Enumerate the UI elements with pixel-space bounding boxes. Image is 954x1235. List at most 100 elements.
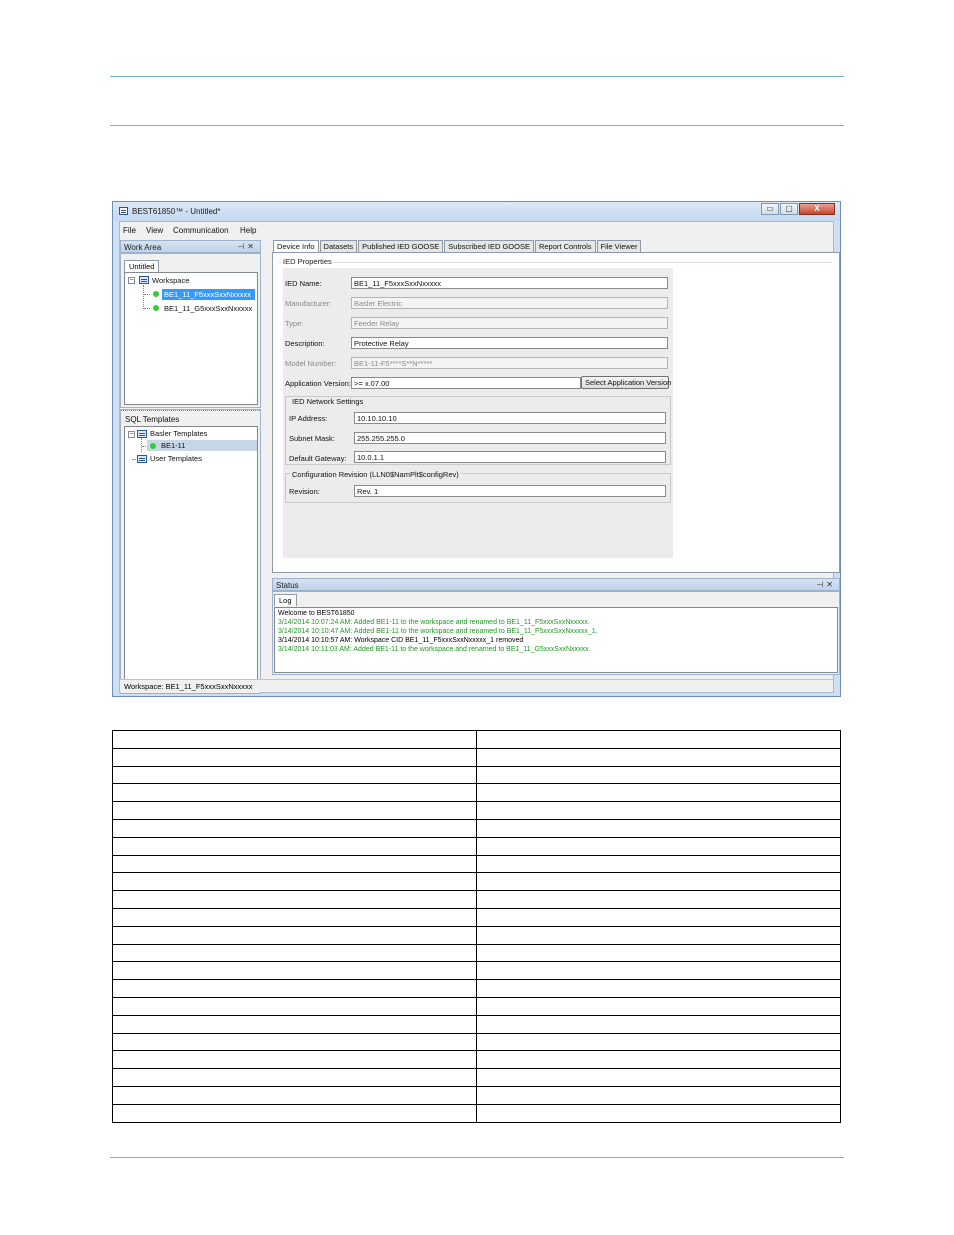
table-cell xyxy=(476,1032,841,1052)
table-cell xyxy=(111,961,478,981)
table-cell xyxy=(476,890,841,909)
table-cell xyxy=(476,961,841,981)
window-title: BEST61850™ - Untitled* xyxy=(132,207,221,216)
table-cell xyxy=(476,979,841,998)
tab-datasets[interactable]: Datasets xyxy=(319,240,358,252)
workspace-icon xyxy=(139,276,149,284)
table-row xyxy=(111,1014,841,1034)
table-row xyxy=(111,996,841,1016)
title-bar[interactable]: BEST61850™ - Untitled* ▭ ▢ X xyxy=(113,202,840,221)
select-app-version-button[interactable]: Select Application Version xyxy=(581,376,671,389)
close-icon[interactable]: ✕ xyxy=(826,580,836,589)
templates-icon xyxy=(137,430,147,438)
templates-icon xyxy=(137,455,147,463)
model-number-label: Model Number: xyxy=(285,359,337,368)
close-button[interactable]: X xyxy=(799,203,835,215)
table-cell xyxy=(476,925,841,945)
ied-name-label: IED Name: xyxy=(285,279,322,288)
table-row xyxy=(111,1103,841,1123)
status-dot-icon xyxy=(153,291,159,297)
table-row xyxy=(111,943,841,963)
table-cell xyxy=(476,872,841,892)
tree-user-templates[interactable]: User Templates xyxy=(150,454,202,463)
tab-untitled[interactable]: Untitled xyxy=(124,260,160,272)
status-dot-icon xyxy=(150,443,156,449)
tree-workspace[interactable]: Workspace xyxy=(152,276,189,285)
revision-field[interactable]: Rev. 1 xyxy=(354,485,666,497)
main-tabs: Device Info Datasets Published IED GOOSE… xyxy=(273,240,642,253)
table-row xyxy=(111,890,841,909)
tab-report-controls[interactable]: Report Controls xyxy=(534,240,596,252)
type-label: Type: xyxy=(285,319,304,328)
table-row xyxy=(111,961,841,981)
table-cell xyxy=(111,907,478,927)
tree-ied-g5[interactable]: BE1_11_G5xxxSxxNxxxxx xyxy=(164,304,252,313)
table-cell xyxy=(111,890,478,909)
table-cell xyxy=(111,801,478,820)
table-cell xyxy=(111,979,478,998)
work-area-body: Untitled − Workspace BE1_11_F5xxxSxxNxxx… xyxy=(120,253,261,408)
app-window: BEST61850™ - Untitled* ▭ ▢ X File View C… xyxy=(112,201,841,697)
tab-subscribed-goose[interactable]: Subscribed IED GOOSE xyxy=(444,240,534,252)
table-cell xyxy=(476,1050,841,1070)
collapse-icon[interactable]: − xyxy=(128,277,135,284)
log-line-0: Welcome to BEST61850 xyxy=(278,610,355,617)
workspace-tree: − Workspace BE1_11_F5xxxSxxNxxxxx BE1_11… xyxy=(124,272,258,405)
pin-icon[interactable]: ⊣ xyxy=(237,242,247,251)
close-icon[interactable]: ✕ xyxy=(247,242,257,251)
table-cell xyxy=(476,1014,841,1034)
table-cell xyxy=(476,765,841,785)
app-version-field[interactable]: >= x.07.00 xyxy=(351,377,581,389)
tree-basler-templates[interactable]: Basler Templates xyxy=(150,429,207,438)
network-title: IED Network Settings xyxy=(290,397,366,406)
maximize-button[interactable]: ▢ xyxy=(780,203,798,215)
tab-file-viewer[interactable]: File Viewer xyxy=(596,240,642,252)
table-cell xyxy=(476,747,841,767)
table-cell xyxy=(476,783,841,803)
menu-view[interactable]: View xyxy=(146,226,163,235)
tab-published-goose[interactable]: Published IED GOOSE xyxy=(358,240,444,252)
table-cell xyxy=(476,730,841,749)
tree-be1-11[interactable]: BE1-11 xyxy=(161,441,185,450)
table-row xyxy=(111,818,841,838)
log-box[interactable]: Welcome to BEST61850 3/14/2014 10:07:24 … xyxy=(274,607,838,673)
ip-field[interactable]: 10.10.10.10 xyxy=(354,412,666,424)
table-cell xyxy=(476,907,841,927)
tree-ied-f5[interactable]: BE1_11_F5xxxSxxNxxxxx xyxy=(164,290,251,299)
menu-file[interactable]: File xyxy=(123,226,136,235)
model-number-field: BE1-11-F5****S**N***** xyxy=(351,357,668,369)
gateway-field[interactable]: 10.0.1.1 xyxy=(354,451,666,463)
app-icon xyxy=(119,207,128,215)
subnet-field[interactable]: 255.255.255.0 xyxy=(354,432,666,444)
table-cell xyxy=(476,801,841,820)
table-row xyxy=(111,1032,841,1052)
table-row xyxy=(111,730,841,749)
pin-icon[interactable]: ⊣ xyxy=(816,580,826,589)
status-title: Status xyxy=(276,581,299,590)
menu-communication[interactable]: Communication xyxy=(173,226,229,235)
table-row xyxy=(111,979,841,998)
table-cell xyxy=(476,1103,841,1123)
table-cell xyxy=(111,1050,478,1070)
description-field[interactable]: Protective Relay xyxy=(351,337,668,349)
revision-label: Revision: xyxy=(289,487,320,496)
table-cell xyxy=(111,1103,478,1123)
minimize-button[interactable]: ▭ xyxy=(761,203,779,215)
ied-properties-title: IED Properties xyxy=(281,257,334,266)
collapse-icon[interactable]: − xyxy=(128,431,135,438)
table-cell xyxy=(476,854,841,874)
ied-name-field[interactable]: BE1_11_F5xxxSxxNxxxxx xyxy=(351,277,668,289)
menu-bar: File View Communication Help xyxy=(120,222,833,238)
status-dot-icon xyxy=(153,305,159,311)
config-rev-group: Configuration Revision (LLN0$NamPlt$conf… xyxy=(285,470,671,503)
table-cell xyxy=(111,1085,478,1105)
table-cell xyxy=(476,943,841,963)
table-row xyxy=(111,765,841,785)
gateway-label: Default Gateway: xyxy=(289,454,347,463)
client-area: File View Communication Help Work Area ⊣… xyxy=(119,221,840,694)
tab-log[interactable]: Log xyxy=(274,594,297,606)
empty-table xyxy=(111,730,841,1123)
menu-help[interactable]: Help xyxy=(240,226,256,235)
table-row xyxy=(111,854,841,874)
top-rule-1 xyxy=(110,76,844,77)
